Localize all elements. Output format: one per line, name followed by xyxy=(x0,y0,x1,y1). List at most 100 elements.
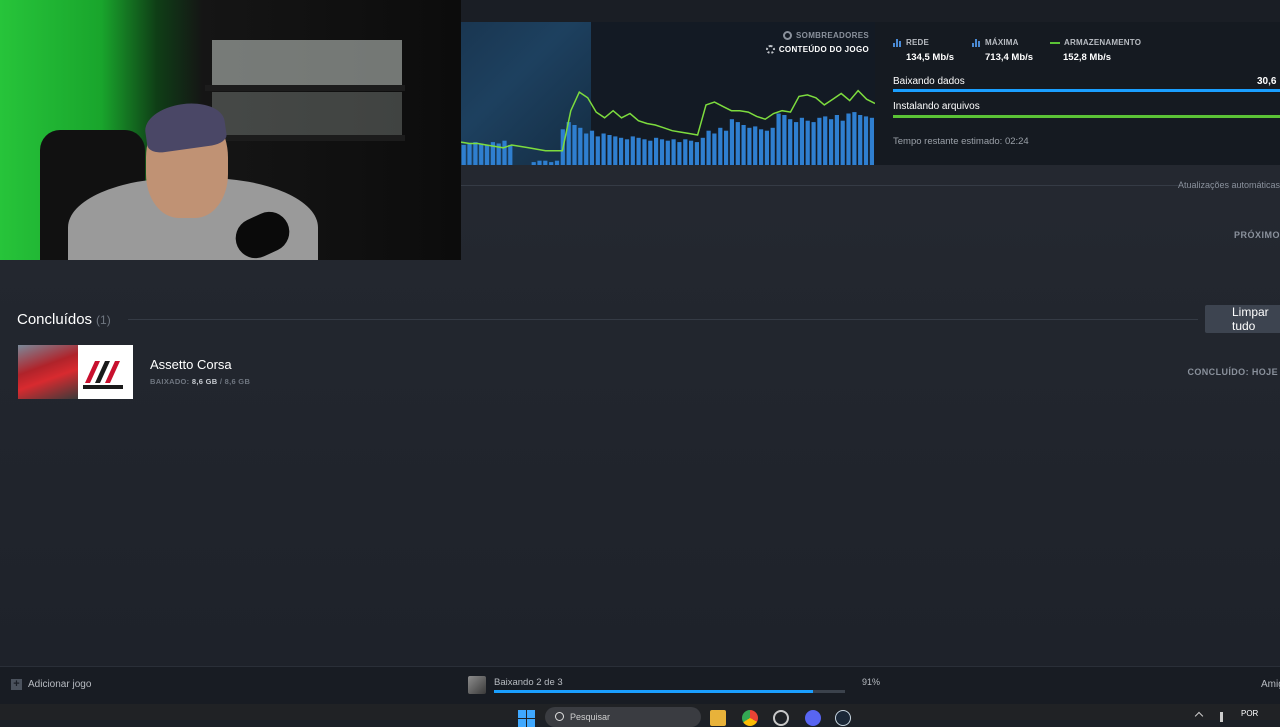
clear-all-button[interactable]: Limpar tudo xyxy=(1205,305,1280,333)
network-bar xyxy=(595,136,600,165)
network-bar xyxy=(578,127,583,165)
app-icon[interactable] xyxy=(773,710,789,726)
loading-spinner-icon xyxy=(765,45,775,54)
network-bar xyxy=(619,137,624,165)
game-cover[interactable] xyxy=(18,345,133,399)
add-game-label: Adicionar jogo xyxy=(28,679,92,690)
network-bar xyxy=(753,126,758,165)
network-bar xyxy=(776,113,781,165)
stat-peak-value: 713,4 Mb/s xyxy=(985,52,1034,63)
network-bar xyxy=(741,125,746,165)
download-stages: SOMBREADORES CONTEÚDO DO JOGO xyxy=(765,31,869,54)
downloading-data-bar xyxy=(893,89,1280,92)
stage-game-content: CONTEÚDO DO JOGO xyxy=(778,45,869,54)
language-indicator[interactable]: POR xyxy=(1241,709,1258,718)
network-bar xyxy=(706,130,711,165)
download-percent: 91% xyxy=(861,677,880,687)
friends-chat-button[interactable]: Amigos xyxy=(1261,679,1280,690)
network-bar xyxy=(479,143,484,165)
network-bar xyxy=(834,115,839,165)
network-bar xyxy=(764,130,769,165)
network-bar xyxy=(694,142,699,165)
network-bar xyxy=(537,160,542,165)
network-bar xyxy=(636,137,641,165)
updates-divider xyxy=(461,185,1181,186)
download-progress-track xyxy=(494,690,845,693)
stat-peak: MÁXIMA 713,4 Mb/s xyxy=(972,38,1033,63)
race-car-image xyxy=(18,345,78,399)
file-explorer-icon[interactable] xyxy=(710,710,726,726)
network-bar xyxy=(659,139,665,165)
network-bar xyxy=(852,112,857,165)
bars-icon xyxy=(893,38,902,47)
search-placeholder: Pesquisar xyxy=(570,712,611,722)
network-bar xyxy=(613,136,618,165)
network-bar xyxy=(461,145,466,165)
completed-divider xyxy=(128,319,1198,320)
download-graph-panel: SOMBREADORES CONTEÚDO DO JOGO REDE 134,5… xyxy=(461,22,1280,165)
network-bar xyxy=(718,127,723,165)
completed-section-title: Concluídos (1) xyxy=(17,311,111,328)
stat-network: REDE 134,5 Mb/s xyxy=(893,38,954,63)
downloading-data-value: 30,6 xyxy=(1257,76,1277,87)
shelf-light xyxy=(212,92,402,137)
completed-game-row[interactable]: Assetto Corsa BAIXADO: 8,6 GB / 8,6 GB C… xyxy=(18,345,1280,400)
completed-count: (1) xyxy=(96,313,111,327)
next-up-label: PRÓXIMO xyxy=(1233,230,1280,240)
windows-taskbar: Pesquisar POR xyxy=(0,704,1280,727)
downloaded-label: BAIXADO: xyxy=(150,377,190,386)
network-bar xyxy=(683,139,688,165)
stage-shaders: SOMBREADORES xyxy=(796,31,869,40)
network-bar xyxy=(665,140,670,165)
download-progress-mini[interactable]: Baixando 2 de 3 91% xyxy=(468,675,880,699)
network-bar xyxy=(869,117,874,165)
network-bar xyxy=(642,139,647,165)
installing-files-bar xyxy=(893,115,1280,118)
network-bar xyxy=(508,145,513,165)
download-status-text: Baixando 2 de 3 xyxy=(494,677,563,688)
network-bar xyxy=(794,122,799,165)
shelf-light xyxy=(212,40,402,90)
chevron-up-icon[interactable] xyxy=(1194,711,1204,721)
network-bar xyxy=(858,115,863,165)
game-completed-status: CONCLUÍDO: HOJE xyxy=(1187,367,1278,377)
network-bar xyxy=(589,130,595,165)
network-bar xyxy=(700,137,705,165)
network-bar xyxy=(840,120,845,165)
discord-icon[interactable] xyxy=(805,710,821,726)
shader-icon xyxy=(783,31,793,40)
steam-bottom-bar: + Adicionar jogo Baixando 2 de 3 91% Ami… xyxy=(0,666,1280,704)
network-bar xyxy=(677,142,682,165)
network-bar xyxy=(572,125,577,165)
network-bar xyxy=(549,162,554,165)
pen-icon[interactable] xyxy=(1220,712,1223,722)
taskbar-search[interactable]: Pesquisar xyxy=(545,707,701,727)
windows-start-icon[interactable] xyxy=(518,710,535,727)
network-bar xyxy=(531,162,536,165)
network-bar xyxy=(624,139,630,165)
network-bar xyxy=(829,119,834,165)
stat-storage: ARMAZENAMENTO 152,8 Mb/s xyxy=(1050,38,1141,63)
network-bar xyxy=(805,120,810,165)
network-bar xyxy=(648,140,653,165)
network-bar xyxy=(735,122,740,165)
network-bar xyxy=(846,113,851,165)
line-icon xyxy=(1050,41,1060,44)
auto-updates-label[interactable]: Atualizações automáticas xyxy=(1178,180,1280,190)
network-bar xyxy=(747,127,752,165)
network-bar xyxy=(671,139,676,165)
network-bar xyxy=(554,160,560,165)
stat-network-label: REDE xyxy=(906,38,930,47)
downloading-game-thumb xyxy=(468,676,486,694)
network-bar xyxy=(502,140,507,165)
game-title[interactable]: Assetto Corsa xyxy=(150,357,232,372)
steam-icon[interactable] xyxy=(835,710,851,726)
shelf xyxy=(205,135,405,141)
downloaded-total: / 8,6 GB xyxy=(219,377,251,386)
bars-icon xyxy=(972,38,981,47)
chrome-icon[interactable] xyxy=(742,710,758,726)
network-bar xyxy=(712,133,717,165)
friends-label: Amigos xyxy=(1261,679,1280,690)
assetto-corsa-logo xyxy=(83,361,123,389)
add-game-button[interactable]: + Adicionar jogo xyxy=(11,679,91,690)
